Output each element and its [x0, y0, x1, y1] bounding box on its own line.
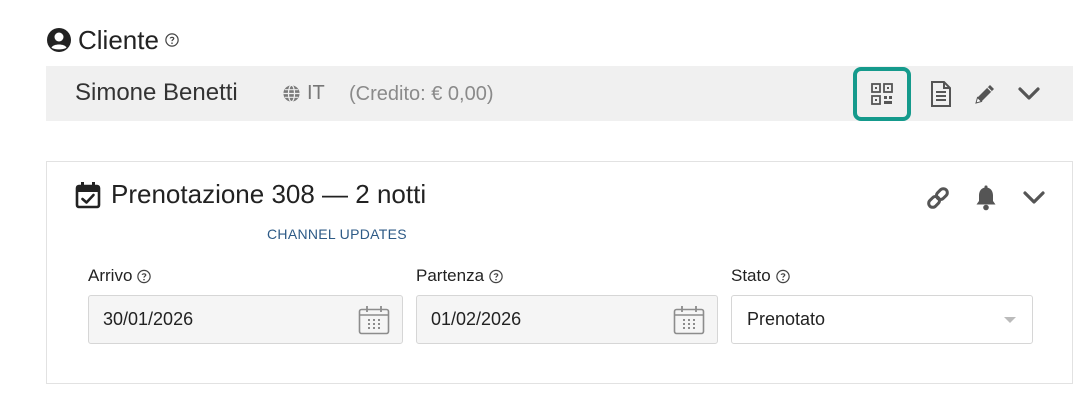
calendar-check-icon [75, 181, 101, 209]
departure-label: Partenza [416, 266, 485, 285]
booking-actions [916, 176, 1056, 220]
status-label-row: Stato [731, 265, 1033, 287]
bell-icon [974, 185, 998, 211]
help-icon[interactable] [137, 269, 152, 283]
arrival-field: Arrivo 30/01/2026 [88, 265, 403, 344]
pencil-icon [972, 81, 998, 107]
client-section-title: Cliente [78, 24, 159, 55]
link-icon [925, 185, 951, 211]
client-credit: (Credito: € 0,00) [349, 83, 494, 105]
arrival-date-input[interactable]: 30/01/2026 [88, 295, 403, 344]
globe-icon [282, 84, 301, 103]
booking-title: Prenotazione 308 — 2 notti [111, 179, 427, 209]
document-icon [930, 80, 952, 108]
chevron-down-icon [1022, 190, 1046, 206]
departure-date-value: 01/02/2026 [431, 309, 522, 329]
arrival-date-value: 30/01/2026 [103, 309, 194, 329]
help-icon[interactable] [775, 269, 790, 283]
chevron-down-icon [1017, 86, 1041, 102]
booking-card: Prenotazione 308 — 2 notti CHANNEL UPDAT… [46, 161, 1073, 384]
qr-code-button[interactable] [853, 66, 911, 121]
client-name: Simone Benetti [75, 79, 238, 106]
status-select-value: Prenotato [747, 309, 826, 329]
client-bar: Simone Benetti IT (Credito: € 0,00) [46, 66, 1073, 121]
departure-date-input[interactable]: 01/02/2026 [416, 295, 718, 344]
notification-button[interactable] [964, 176, 1008, 220]
help-icon[interactable] [489, 269, 503, 283]
language-code: IT [307, 82, 325, 104]
status-select[interactable]: Prenotato [731, 295, 1033, 344]
departure-label-row: Partenza [416, 265, 718, 287]
booking-header: Prenotazione 308 — 2 notti [75, 179, 426, 210]
status-label: Stato [731, 266, 771, 285]
link-button[interactable] [916, 176, 960, 220]
calendar-icon[interactable] [673, 305, 705, 335]
status-field: Stato Prenotato [731, 265, 1033, 344]
departure-field: Partenza 01/02/2026 [416, 265, 718, 344]
expand-client-button[interactable] [1007, 72, 1051, 116]
arrival-label-row: Arrivo [88, 265, 403, 287]
client-actions [853, 66, 1051, 121]
dropdown-caret-icon [1004, 317, 1016, 323]
channel-updates-link[interactable]: CHANNEL UPDATES [267, 226, 407, 242]
help-icon[interactable] [165, 33, 179, 47]
user-circle-icon [46, 27, 72, 53]
calendar-icon[interactable] [358, 305, 390, 335]
document-button[interactable] [919, 72, 963, 116]
client-section-header: Cliente [46, 24, 179, 56]
qr-code-icon [870, 82, 894, 106]
edit-button[interactable] [963, 72, 1007, 116]
expand-booking-button[interactable] [1012, 176, 1056, 220]
client-language: IT [282, 82, 325, 105]
arrival-label: Arrivo [88, 266, 133, 285]
